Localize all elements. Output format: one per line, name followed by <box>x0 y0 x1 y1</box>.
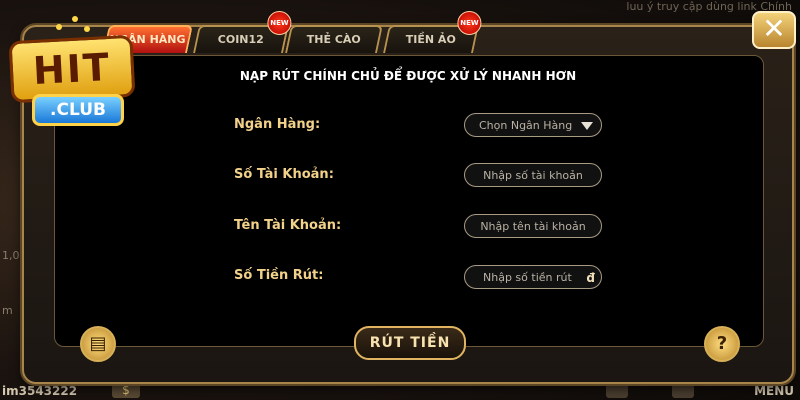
account-number-input[interactable]: Nhập số tài khoản <box>464 163 602 187</box>
background-value-text: m <box>2 304 13 317</box>
amount-input[interactable]: Nhập số tiền rút đ <box>464 265 602 289</box>
tab-card[interactable]: THẺ CÀO <box>285 25 383 53</box>
bank-label: Ngân Hàng: <box>234 117 321 132</box>
close-button[interactable]: ✕ <box>752 11 796 49</box>
mail-icon[interactable] <box>672 382 694 398</box>
sparkle-icon <box>56 24 62 30</box>
logo-brand-text: HIT <box>8 34 136 104</box>
account-name-placeholder: Nhập tên tài khoản <box>480 220 586 233</box>
new-badge: NEW <box>457 11 482 35</box>
hitclub-logo: HIT .CLUB <box>4 16 144 130</box>
help-button[interactable]: ? <box>704 326 740 362</box>
card-icon[interactable] <box>606 382 628 398</box>
document-icon: ▤ <box>89 333 107 354</box>
new-badge: NEW <box>267 11 292 35</box>
tab-crypto[interactable]: TIỀN ẢO NEW <box>383 11 482 53</box>
sparkle-icon <box>84 26 90 32</box>
account-name-label: Tên Tài Khoản: <box>234 218 342 233</box>
question-icon: ? <box>716 333 728 354</box>
coin-icon[interactable]: $ <box>112 382 140 398</box>
amount-label: Số Tiền Rút: <box>234 268 324 283</box>
amount-placeholder: Nhập số tiền rút <box>483 271 572 284</box>
menu-button[interactable]: MENU <box>754 384 794 398</box>
chevron-down-icon <box>581 122 593 130</box>
tab-coin12[interactable]: COIN12 NEW <box>193 11 292 53</box>
account-number-placeholder: Nhập số tài khoản <box>483 169 583 182</box>
currency-symbol: đ <box>586 271 595 285</box>
tab-label: COIN12 <box>217 33 264 46</box>
account-number-label: Số Tài Khoản: <box>234 167 334 182</box>
logo-suffix-text: .CLUB <box>32 94 124 126</box>
tab-label: TIỀN ẢO <box>405 33 456 46</box>
bank-select-value: Chọn Ngân Hàng <box>479 119 573 132</box>
bank-select[interactable]: Chọn Ngân Hàng <box>464 113 602 137</box>
account-name-input[interactable]: Nhập tên tài khoản <box>464 214 602 238</box>
username-label: im3543222 <box>2 384 78 398</box>
history-button[interactable]: ▤ <box>80 326 116 362</box>
withdraw-button[interactable]: RÚT TIỀN <box>354 326 466 360</box>
tab-label: THẺ CÀO <box>306 33 361 46</box>
form-panel <box>54 55 764 347</box>
sparkle-icon <box>72 16 78 22</box>
close-icon: ✕ <box>762 12 786 45</box>
